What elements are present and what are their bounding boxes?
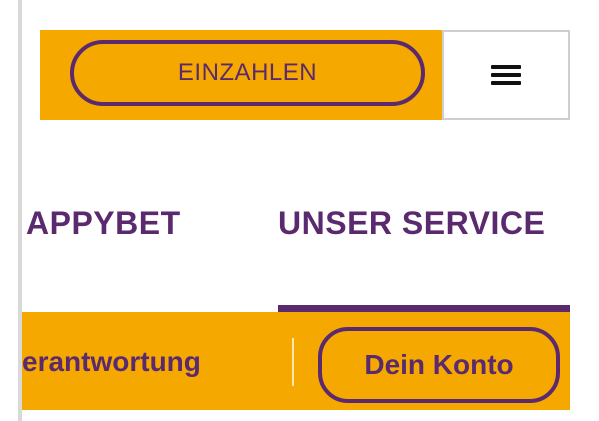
page: EINZAHLEN APPYBET UNSER SERVICE erantwor… <box>0 0 599 421</box>
deposit-button[interactable]: EINZAHLEN <box>70 40 425 106</box>
dein-konto-button[interactable]: Dein Konto <box>318 327 560 403</box>
subnav-divider <box>292 338 294 386</box>
top-bar: EINZAHLEN <box>0 30 572 120</box>
sub-nav: erantwortung Dein Konto <box>22 312 570 410</box>
subnav-item-verantwortung[interactable]: erantwortung <box>22 346 201 378</box>
menu-button[interactable] <box>442 30 570 120</box>
deposit-area: EINZAHLEN <box>40 30 442 120</box>
active-tab-indicator <box>278 305 570 312</box>
hamburger-icon <box>491 65 521 85</box>
main-nav: APPYBET UNSER SERVICE <box>22 205 582 275</box>
nav-item-unser-service[interactable]: UNSER SERVICE <box>278 205 545 242</box>
nav-item-happybet[interactable]: APPYBET <box>26 205 181 242</box>
